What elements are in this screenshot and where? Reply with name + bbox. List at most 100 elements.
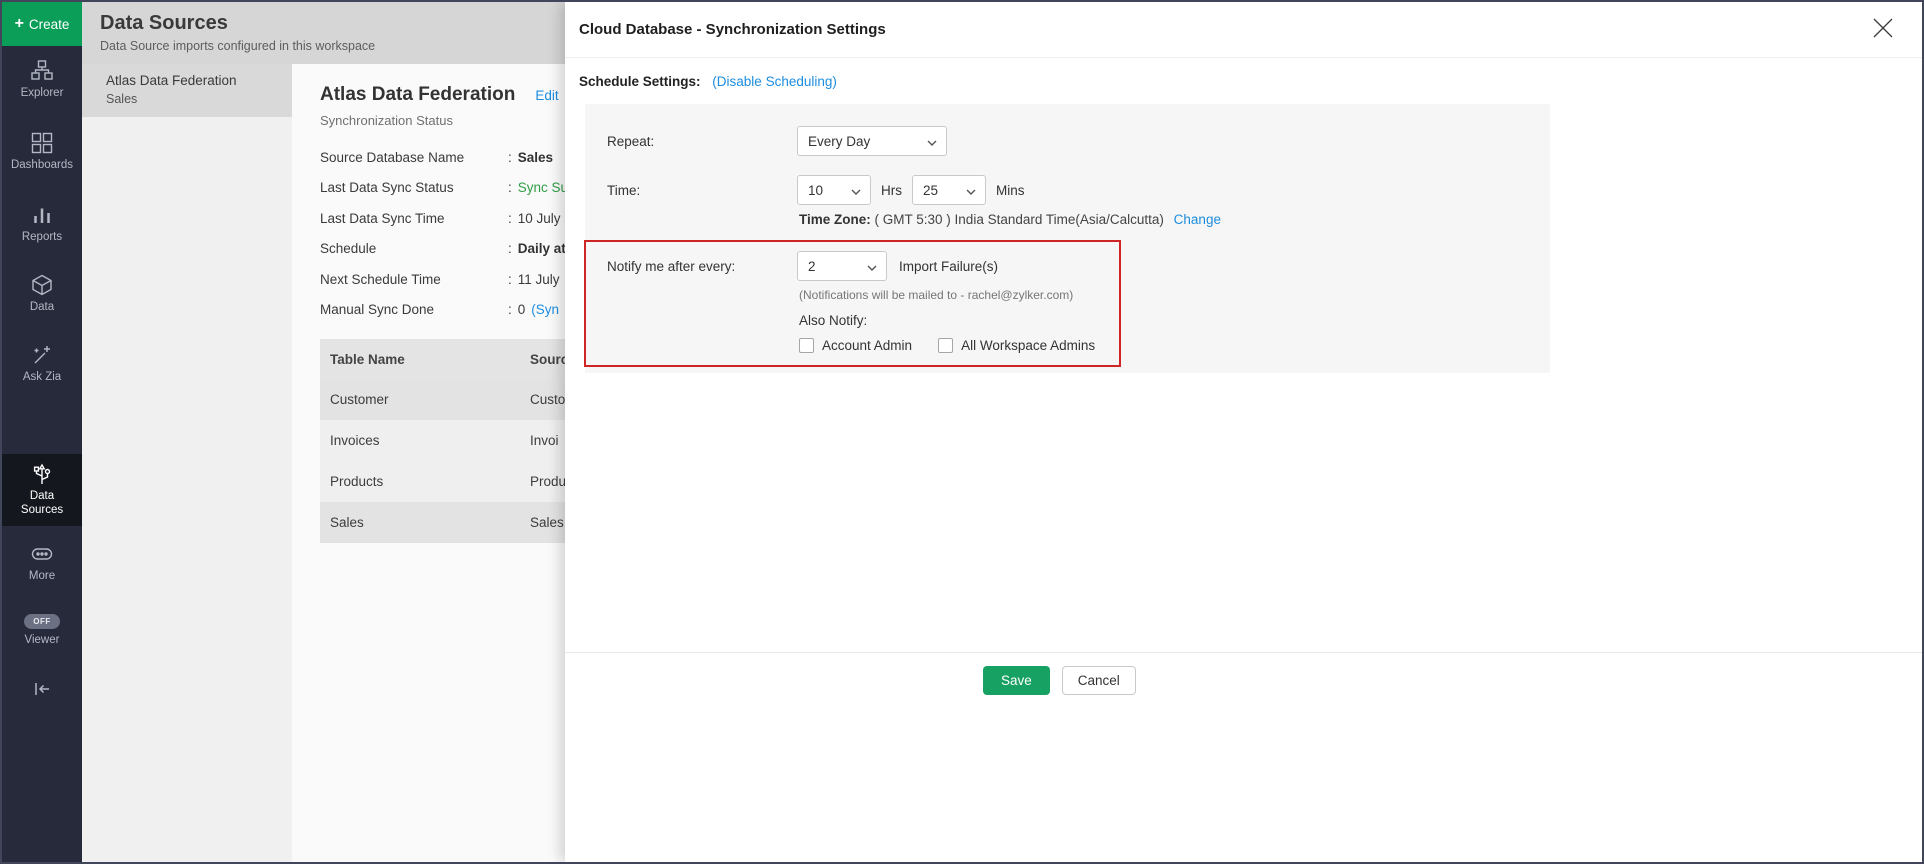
sidebar-item-label: Data Sources [12, 490, 72, 518]
field-label: Source Database Name [320, 150, 508, 165]
field-separator: : [508, 241, 512, 256]
field-label: Last Data Sync Time [320, 211, 508, 226]
checkbox-label: Account Admin [822, 338, 912, 353]
dashboards-icon [31, 132, 53, 154]
plus-icon: + [15, 16, 24, 32]
reports-icon [31, 204, 53, 226]
schedule-panel: Repeat: Every Day Time: 10 Hrs [585, 104, 1550, 373]
footer-divider [565, 652, 1922, 653]
data-source-list-item[interactable]: Atlas Data Federation Sales [82, 64, 292, 117]
sidebar-item-label: More [29, 570, 55, 582]
table-cell: Sales [330, 515, 530, 530]
minutes-select-value: 25 [923, 183, 938, 198]
sidebar-item-label: Ask Zia [23, 371, 61, 383]
sidebar-item-label: Dashboards [11, 159, 73, 171]
table-cell: Invoi [530, 433, 559, 448]
sidebar-item-label: Reports [22, 231, 62, 243]
repeat-select[interactable]: Every Day [797, 126, 947, 156]
create-button[interactable]: + Create [2, 2, 82, 46]
sync-now-link[interactable]: (Syn [531, 302, 559, 317]
sidebar-item-explorer[interactable]: Explorer [2, 60, 82, 99]
timezone-value: ( GMT 5:30 ) India Standard Time(Asia/Ca… [875, 212, 1164, 227]
cancel-button[interactable]: Cancel [1062, 666, 1136, 695]
minutes-select[interactable]: 25 [912, 175, 986, 205]
schedule-settings-row: Schedule Settings: (Disable Scheduling) [579, 74, 1922, 89]
field-value: Sync Su [518, 180, 568, 195]
sidebar-item-ask-zia[interactable]: Ask Zia [2, 344, 82, 383]
sidebar-item-label: Data [30, 301, 54, 313]
explorer-icon [31, 60, 53, 82]
field-label: Next Schedule Time [320, 272, 508, 287]
ask-zia-icon [31, 344, 53, 366]
notify-note: (Notifications will be mailed to - rache… [799, 288, 1550, 302]
table-cell: Sales [530, 515, 564, 530]
notify-row: Notify me after every: 2 Import Failure(… [607, 251, 1550, 281]
table-cell: Custo [530, 392, 565, 407]
also-notify-options: Account Admin All Workspace Admins [799, 338, 1550, 353]
account-admin-checkbox[interactable]: Account Admin [799, 338, 912, 353]
field-value: 11 July [518, 272, 560, 287]
field-value: 10 July [518, 211, 561, 226]
edit-link[interactable]: Edit [535, 88, 558, 103]
sidebar-item-dashboards[interactable]: Dashboards [2, 132, 82, 171]
more-ellipsis-icon [31, 543, 53, 565]
schedule-settings-label: Schedule Settings: [579, 74, 701, 89]
checkbox-icon [799, 338, 814, 353]
dialog-header: Cloud Database - Synchronization Setting… [565, 2, 1922, 58]
chevron-down-icon [927, 134, 937, 149]
data-cube-icon [31, 274, 53, 296]
data-source-subtitle: Sales [106, 92, 280, 106]
hours-select[interactable]: 10 [797, 175, 871, 205]
sidebar: + Create Explorer Dashboards [2, 2, 82, 862]
field-separator: : [508, 150, 512, 165]
sidebar-item-data-sources[interactable]: Data Sources [2, 454, 82, 526]
sidebar-item-reports[interactable]: Reports [2, 204, 82, 243]
repeat-row: Repeat: Every Day [607, 126, 1550, 156]
chevron-down-icon [966, 183, 976, 198]
table-cell: Invoices [330, 433, 530, 448]
field-label: Manual Sync Done [320, 302, 508, 317]
field-value: Daily at [518, 241, 566, 256]
table-column-header: Table Name [330, 352, 530, 367]
field-label: Last Data Sync Status [320, 180, 508, 195]
sidebar-item-data[interactable]: Data [2, 274, 82, 313]
sidebar-collapse-button[interactable] [2, 678, 82, 700]
all-workspace-admins-checkbox[interactable]: All Workspace Admins [938, 338, 1095, 353]
also-notify-label: Also Notify: [799, 313, 1550, 328]
close-icon [1872, 27, 1894, 42]
dialog-actions: Save Cancel [983, 666, 1136, 695]
checkbox-icon [938, 338, 953, 353]
viewer-off-toggle[interactable]: OFF [24, 614, 60, 629]
field-value: Sales [518, 150, 553, 165]
collapse-arrow-icon [31, 678, 53, 700]
field-value: 0 [518, 302, 526, 317]
dialog-title: Cloud Database - Synchronization Setting… [579, 21, 886, 38]
table-column-header: Sourc [530, 352, 568, 367]
sidebar-item-viewer[interactable]: OFF Viewer [2, 614, 82, 646]
create-button-label: Create [29, 17, 70, 32]
sidebar-item-more[interactable]: More [2, 543, 82, 582]
table-cell: Customer [330, 392, 530, 407]
sidebar-item-label: Viewer [25, 634, 60, 646]
failure-count-select[interactable]: 2 [797, 251, 887, 281]
close-button[interactable] [1870, 15, 1896, 41]
timezone-row: Time Zone: ( GMT 5:30 ) India Standard T… [799, 212, 1550, 227]
field-separator: : [508, 180, 512, 195]
save-button[interactable]: Save [983, 666, 1050, 695]
notify-label: Notify me after every: [607, 259, 797, 274]
time-row: Time: 10 Hrs 25 Mins [607, 175, 1550, 205]
chevron-down-icon [867, 259, 877, 274]
data-source-list: Atlas Data Federation Sales [82, 64, 292, 862]
import-failures-label: Import Failure(s) [899, 259, 998, 274]
failure-count-value: 2 [808, 259, 816, 274]
timezone-label: Time Zone: [799, 212, 871, 227]
chevron-down-icon [851, 183, 861, 198]
time-label: Time: [607, 183, 797, 198]
disable-scheduling-link[interactable]: (Disable Scheduling) [712, 74, 837, 89]
table-cell: Products [330, 474, 530, 489]
table-cell: Produ [530, 474, 566, 489]
hours-select-value: 10 [808, 183, 823, 198]
timezone-change-link[interactable]: Change [1174, 212, 1221, 227]
checkbox-label: All Workspace Admins [961, 338, 1095, 353]
sync-settings-dialog: Cloud Database - Synchronization Setting… [565, 2, 1922, 862]
